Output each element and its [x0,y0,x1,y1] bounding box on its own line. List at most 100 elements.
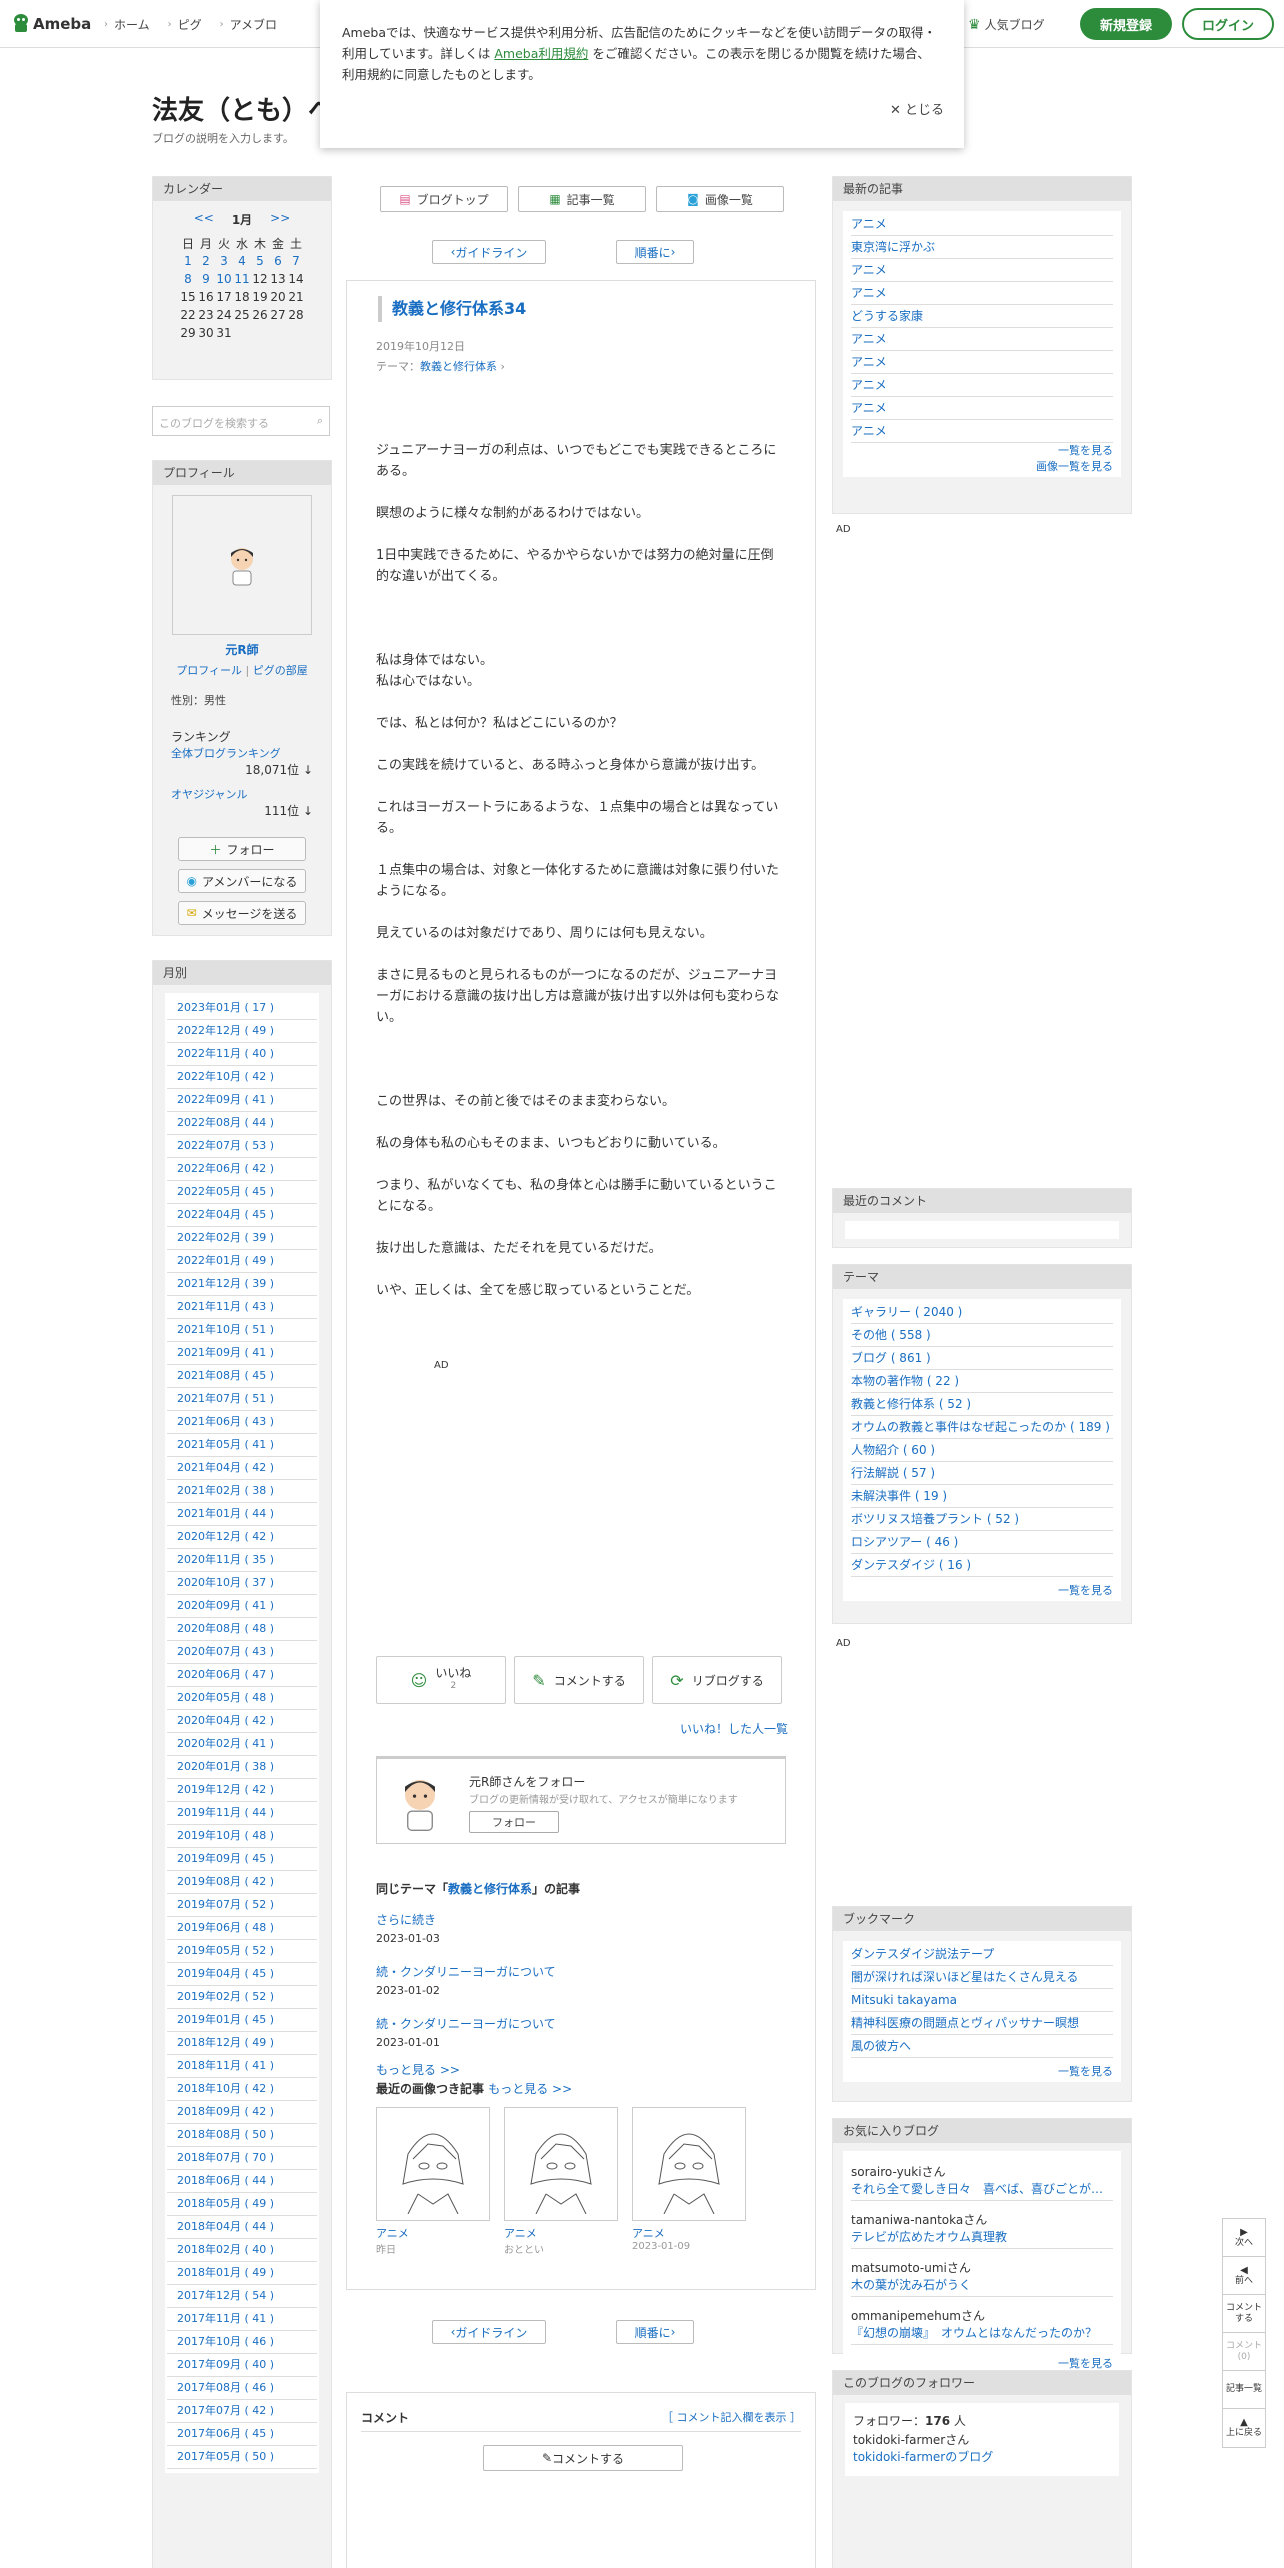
ranking-genre-link[interactable]: オヤジジャンル [171,786,313,802]
profile-name[interactable]: 元R師 [171,641,313,658]
bookmark-link[interactable]: Mitsuki takayama [851,1989,1113,2012]
write-comment-button[interactable]: ✎ コメントする [483,2445,683,2471]
follow-button[interactable]: ＋ フォロー [178,837,306,861]
monthly-item[interactable]: 2017年12月 ( 54 ) [167,2285,317,2308]
anime-thumbnail[interactable] [632,2107,746,2221]
theme-link[interactable]: 未解決事件 ( 19 ) [851,1485,1113,1508]
calendar-day[interactable]: 2 [197,252,215,270]
monthly-item[interactable]: 2023年01月 ( 17 ) [167,997,317,1020]
recent-article-link[interactable]: アニメ [851,420,1113,443]
recent-article-link[interactable]: アニメ [851,213,1113,236]
monthly-item[interactable]: 2021年08月 ( 45 ) [167,1365,317,1388]
favblog-title-link[interactable]: 『幻想の崩壊』 オウムとはなんだったのか？ [851,2324,1113,2345]
search-icon[interactable]: ⌕ [317,414,323,428]
message-button[interactable]: ✉ メッセージを送る [178,901,306,925]
themes-more-link[interactable]: 一覧を見る [851,1583,1113,1599]
prev-article-button[interactable]: ◀ 前へ [1223,2257,1265,2295]
monthly-item[interactable]: 2017年07月 ( 42 ) [167,2400,317,2423]
thumbnail-title[interactable]: アニメ [376,2225,490,2241]
monthly-item[interactable]: 2020年02月 ( 41 ) [167,1733,317,1756]
monthly-item[interactable]: 2017年08月 ( 46 ) [167,2377,317,2400]
monthly-item[interactable]: 2019年02月 ( 52 ) [167,1986,317,2009]
calendar-day[interactable]: 8 [179,270,197,288]
bookmarks-more-link[interactable]: 一覧を見る [851,2064,1113,2080]
like-button[interactable]: ☺ いいね 2 [376,1656,506,1704]
monthly-item[interactable]: 2021年07月 ( 51 ) [167,1388,317,1411]
monthly-item[interactable]: 2020年04月 ( 42 ) [167,1710,317,1733]
blog-search-input[interactable]: このブログを検索する ⌕ [152,406,330,436]
theme-link[interactable]: 教義と修行体系 ( 52 ) [851,1393,1113,1416]
recent-article-link[interactable]: アニメ [851,282,1113,305]
recent-article-link[interactable]: どうする家康 [851,305,1113,328]
monthly-item[interactable]: 2018年05月 ( 49 ) [167,2193,317,2216]
thumbnail-title[interactable]: アニメ [504,2225,618,2241]
liked-users-link[interactable]: いいね！した人一覧 [680,1720,788,1737]
monthly-item[interactable]: 2021年09月 ( 41 ) [167,1342,317,1365]
guideline-button-bottom[interactable]: ‹ ガイドライン [432,2320,546,2344]
monthly-item[interactable]: 2020年01月 ( 38 ) [167,1756,317,1779]
monthly-item[interactable]: 2021年12月 ( 39 ) [167,1273,317,1296]
monthly-item[interactable]: 2017年11月 ( 41 ) [167,2308,317,2331]
theme-link[interactable]: ロシアツアー ( 46 ) [851,1531,1113,1554]
monthly-item[interactable]: 2022年12月 ( 49 ) [167,1020,317,1043]
bookmark-link[interactable]: 精神科医療の問題点とヴィパッサナー瞑想 [851,2012,1113,2035]
monthly-item[interactable]: 2021年04月 ( 42 ) [167,1457,317,1480]
favblog-title-link[interactable]: それら全て愛しき日々 喜べば、喜びごとが… [851,2180,1113,2201]
monthly-item[interactable]: 2017年10月 ( 46 ) [167,2331,317,2354]
monthly-item[interactable]: 2022年06月 ( 42 ) [167,1158,317,1181]
monthly-item[interactable]: 2017年09月 ( 40 ) [167,2354,317,2377]
order-button-bottom[interactable]: 順番に › [616,2320,694,2344]
monthly-item[interactable]: 2019年10月 ( 48 ) [167,1825,317,1848]
register-button[interactable]: 新規登録 [1080,8,1172,40]
comment-button[interactable]: ✎ コメントする [514,1656,644,1704]
calendar-day[interactable]: 1 [179,252,197,270]
image-list-button[interactable]: ◙ 画像一覧 [656,186,784,212]
monthly-item[interactable]: 2017年06月 ( 45 ) [167,2423,317,2446]
monthly-item[interactable]: 2020年10月 ( 37 ) [167,1572,317,1595]
recent-more-link[interactable]: 一覧を見る [851,443,1113,459]
amember-button[interactable]: ◉ アメンバーになる [178,869,306,893]
monthly-item[interactable]: 2022年02月 ( 39 ) [167,1227,317,1250]
thumbnail-item[interactable]: アニメ おととい [504,2107,618,2256]
monthly-item[interactable]: 2020年12月 ( 42 ) [167,1526,317,1549]
pigg-room-link[interactable]: ピグの部屋 [253,664,308,677]
favblogs-more-link[interactable]: 一覧を見る [851,2355,1113,2371]
recent-article-link[interactable]: アニメ [851,374,1113,397]
monthly-item[interactable]: 2020年08月 ( 48 ) [167,1618,317,1641]
monthly-item[interactable]: 2022年08月 ( 44 ) [167,1112,317,1135]
monthly-item[interactable]: 2022年05月 ( 45 ) [167,1181,317,1204]
float-article-list-button[interactable]: 記事一覧 [1223,2371,1265,2409]
calendar-day[interactable]: 11 [233,270,251,288]
recent-article-link[interactable]: アニメ [851,397,1113,420]
monthly-item[interactable]: 2019年11月 ( 44 ) [167,1802,317,1825]
same-theme-link[interactable]: 教義と修行体系 [448,1882,532,1896]
monthly-item[interactable]: 2019年09月 ( 45 ) [167,1848,317,1871]
calendar-prev[interactable]: << [194,211,214,228]
anime-thumbnail[interactable] [376,2107,490,2221]
calendar-day[interactable]: 3 [215,252,233,270]
follower-blog-link[interactable]: tokidoki-farmerのブログ [853,2449,1111,2466]
order-button[interactable]: 順番に › [616,240,694,264]
images-more-link[interactable]: もっと見る >> [488,2082,572,2096]
monthly-item[interactable]: 2020年06月 ( 47 ) [167,1664,317,1687]
same-article-link[interactable]: 続・クンダリニーヨーガについて [376,1963,786,1980]
article-theme-link[interactable]: 教義と修行体系 [420,360,497,373]
guideline-button[interactable]: ‹ ガイドライン [432,240,546,264]
monthly-item[interactable]: 2019年12月 ( 42 ) [167,1779,317,1802]
terms-link[interactable]: Ameba利用規約 [494,46,588,61]
favblog-title-link[interactable]: 木の葉が沈み石がうく [851,2276,1113,2297]
avatar[interactable] [172,495,312,635]
anime-thumbnail[interactable] [504,2107,618,2221]
monthly-item[interactable]: 2021年05月 ( 41 ) [167,1434,317,1457]
monthly-item[interactable]: 2021年01月 ( 44 ) [167,1503,317,1526]
theme-link[interactable]: その他 ( 558 ) [851,1324,1113,1347]
monthly-item[interactable]: 2019年06月 ( 48 ) [167,1917,317,1940]
calendar-day[interactable]: 4 [233,252,251,270]
monthly-item[interactable]: 2018年06月 ( 44 ) [167,2170,317,2193]
monthly-item[interactable]: 2018年09月 ( 42 ) [167,2101,317,2124]
thumbnail-item[interactable]: アニメ 2023-01-09 [632,2107,746,2256]
monthly-item[interactable]: 2019年08月 ( 42 ) [167,1871,317,1894]
monthly-item[interactable]: 2020年05月 ( 48 ) [167,1687,317,1710]
theme-link[interactable]: ブログ ( 861 ) [851,1347,1113,1370]
favblog-title-link[interactable]: テレビが広めたオウム真理教 [851,2228,1113,2249]
